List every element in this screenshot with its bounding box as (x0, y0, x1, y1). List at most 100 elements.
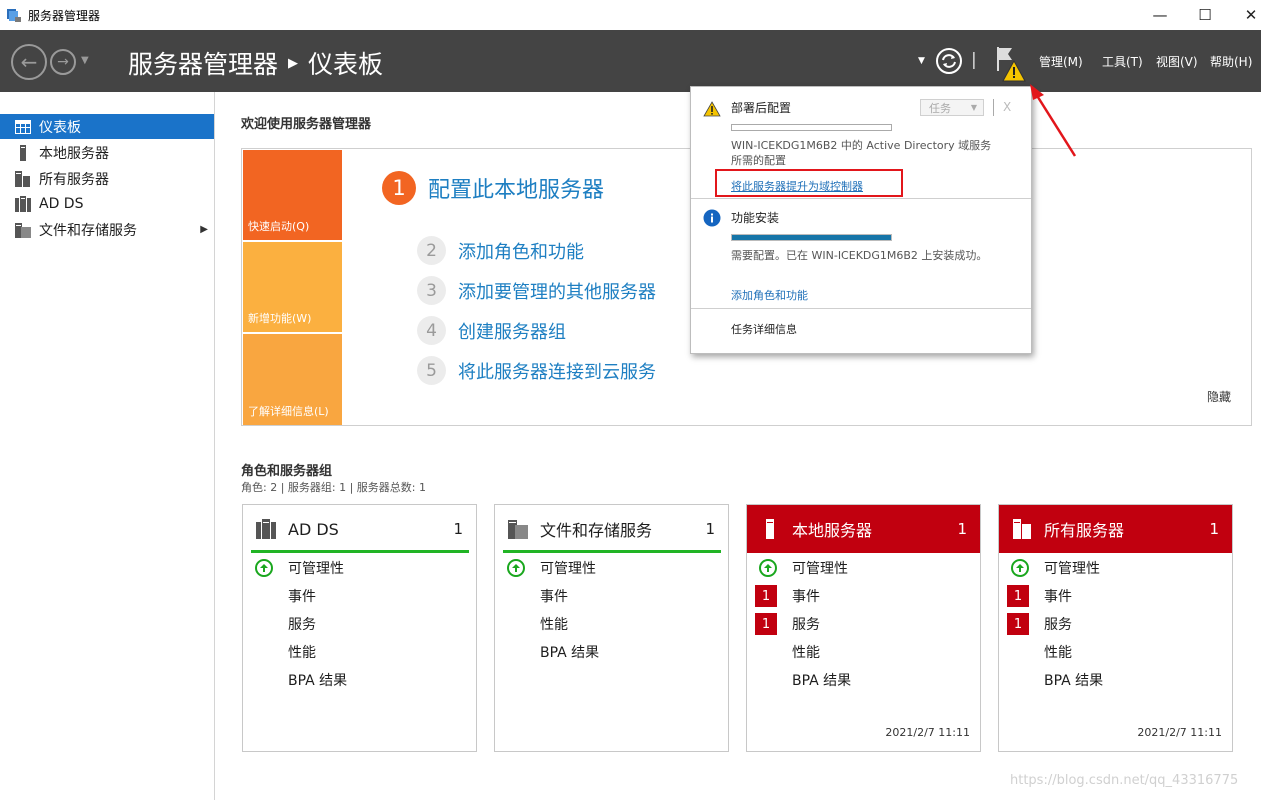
step-add-roles[interactable]: 2 添加角色和功能 (417, 236, 584, 265)
card-row-bpa[interactable]: BPA 结果 (747, 669, 980, 691)
menu-tools[interactable]: 工具(T) (1102, 53, 1143, 70)
menu-help[interactable]: 帮助(H) (1210, 53, 1252, 70)
breadcrumb-page: 仪表板 (308, 50, 384, 79)
header-separator: | (971, 50, 977, 70)
card-title: AD DS (288, 519, 339, 539)
sidebar-item-label: AD DS (39, 195, 84, 212)
breadcrumb-separator-icon: ▶ (288, 55, 299, 71)
card-row-events[interactable]: 1 事件 (747, 585, 980, 607)
step-link[interactable]: 添加角色和功能 (458, 238, 584, 264)
notifications-flag-icon[interactable] (994, 45, 1028, 85)
card-row-events[interactable]: 1 事件 (999, 585, 1232, 607)
row-label: 可管理性 (1044, 561, 1100, 577)
sidebar-item-file-storage[interactable]: 文件和存储服务 ▶ (0, 217, 214, 242)
close-window-button[interactable]: ✕ (1228, 0, 1261, 30)
role-card-local-server[interactable]: 本地服务器 1 可管理性 1 事件 1 服务 性能 BPA 结果 2021/2/… (746, 504, 981, 752)
card-row-bpa[interactable]: BPA 结果 (999, 669, 1232, 691)
card-row-performance[interactable]: 性能 (747, 641, 980, 663)
alert-count-badge: 1 (1007, 585, 1029, 607)
card-row-performance[interactable]: 性能 (243, 641, 476, 663)
step-link[interactable]: 添加要管理的其他服务器 (458, 278, 656, 304)
card-count: 1 (453, 520, 463, 538)
row-label: 服务 (792, 617, 820, 633)
sidebar-item-all-servers[interactable]: 所有服务器 (0, 166, 214, 191)
menu-manage[interactable]: 管理(M) (1039, 53, 1083, 70)
step-link[interactable]: 将此服务器连接到云服务 (458, 358, 656, 384)
card-row-services[interactable]: 1 服务 (747, 613, 980, 635)
sidebar: 仪表板 本地服务器 所有服务器 AD DS 文件和存储服务 ▶ (0, 92, 215, 800)
card-row-bpa[interactable]: BPA 结果 (495, 641, 728, 663)
popup-divider (691, 308, 1031, 309)
card-row-manageability[interactable]: 可管理性 (495, 557, 728, 579)
sidebar-item-label: 文件和存储服务 (39, 222, 137, 239)
step-connect-cloud[interactable]: 5 将此服务器连接到云服务 (417, 356, 656, 385)
servers-icon (1013, 519, 1031, 539)
menu-view[interactable]: 视图(V) (1156, 53, 1198, 70)
expand-arrow-icon[interactable]: ▶ (200, 224, 208, 235)
sidebar-item-dashboard[interactable]: 仪表板 (0, 114, 214, 139)
window-title: 服务器管理器 (28, 9, 101, 23)
card-row-manageability[interactable]: 可管理性 (999, 557, 1232, 579)
card-row-performance[interactable]: 性能 (999, 641, 1232, 663)
alert-count-badge: 1 (755, 585, 777, 607)
card-row-services[interactable]: 1 服务 (999, 613, 1232, 635)
row-label: 事件 (288, 589, 316, 605)
post-deploy-text-line2: 所需的配置 (731, 154, 786, 167)
annotation-highlight-box (715, 169, 903, 197)
step-link[interactable]: 配置此本地服务器 (428, 172, 604, 204)
row-label: 可管理性 (540, 561, 596, 577)
close-notification-button[interactable]: X (1003, 100, 1011, 114)
card-row-manageability[interactable]: 可管理性 (747, 557, 980, 579)
step-link[interactable]: 创建服务器组 (458, 318, 566, 344)
row-label: 性能 (792, 645, 820, 661)
post-deploy-progress (731, 124, 892, 131)
card-timestamp: 2021/2/7 11:11 (885, 726, 970, 739)
tile-learn-more[interactable]: 了解详细信息(L) (243, 334, 342, 425)
card-row-events[interactable]: 事件 (495, 585, 728, 607)
role-card-all-servers[interactable]: 所有服务器 1 可管理性 1 事件 1 服务 性能 BPA 结果 2021/2/… (998, 504, 1233, 752)
task-dropdown[interactable]: 任务 ▼ (920, 99, 984, 116)
dashboard-icon (15, 119, 31, 135)
card-header[interactable]: 文件和存储服务 1 (495, 505, 728, 553)
back-button[interactable]: ← (11, 44, 47, 80)
step-number: 2 (417, 236, 446, 265)
card-header[interactable]: 本地服务器 1 (747, 505, 980, 553)
row-label: 服务 (1044, 617, 1072, 633)
row-label: 可管理性 (792, 561, 848, 577)
step-add-servers[interactable]: 3 添加要管理的其他服务器 (417, 276, 656, 305)
feature-install-title: 功能安装 (731, 211, 780, 225)
card-row-services[interactable]: 服务 (243, 613, 476, 635)
post-deploy-title: 部署后配置 (731, 101, 792, 115)
card-row-manageability[interactable]: 可管理性 (243, 557, 476, 579)
card-row-bpa[interactable]: BPA 结果 (243, 669, 476, 691)
role-card-ad-ds[interactable]: AD DS 1 可管理性 事件 服务 性能 BPA 结果 (242, 504, 477, 752)
info-icon (703, 209, 721, 227)
task-dropdown-label: 任务 (929, 101, 951, 115)
history-dropdown-icon[interactable]: ▼ (81, 55, 89, 66)
step-create-group[interactable]: 4 创建服务器组 (417, 316, 566, 345)
step-configure-local-server[interactable]: 1 配置此本地服务器 (382, 171, 604, 205)
card-row-performance[interactable]: 性能 (495, 613, 728, 635)
card-row-events[interactable]: 事件 (243, 585, 476, 607)
warning-icon (703, 101, 721, 117)
forward-button[interactable]: → (50, 49, 76, 75)
refresh-dropdown-icon[interactable]: ▼ (918, 56, 925, 66)
card-header[interactable]: 所有服务器 1 (999, 505, 1232, 553)
tile-quick-start[interactable]: 快速启动(Q) (243, 150, 342, 240)
sidebar-item-local-server[interactable]: 本地服务器 (0, 140, 214, 165)
minimize-button[interactable]: — (1137, 0, 1183, 30)
server-manager-app-icon (7, 9, 21, 22)
maximize-button[interactable]: ☐ (1182, 0, 1228, 30)
tile-whats-new[interactable]: 新增功能(W) (243, 242, 342, 332)
add-roles-link[interactable]: 添加角色和功能 (731, 287, 808, 303)
sidebar-item-ad-ds[interactable]: AD DS (0, 191, 214, 216)
status-bar-ok (251, 550, 469, 553)
role-card-file-storage[interactable]: 文件和存储服务 1 可管理性 事件 性能 BPA 结果 (494, 504, 729, 752)
breadcrumb-app[interactable]: 服务器管理器 (128, 45, 278, 81)
alert-count-badge: 1 (1007, 613, 1029, 635)
refresh-icon[interactable] (935, 47, 963, 75)
task-details-link[interactable]: 任务详细信息 (731, 321, 797, 337)
hide-link[interactable]: 隐藏 (1207, 388, 1231, 405)
ad-ds-icon (256, 519, 276, 539)
card-header[interactable]: AD DS 1 (243, 505, 476, 553)
